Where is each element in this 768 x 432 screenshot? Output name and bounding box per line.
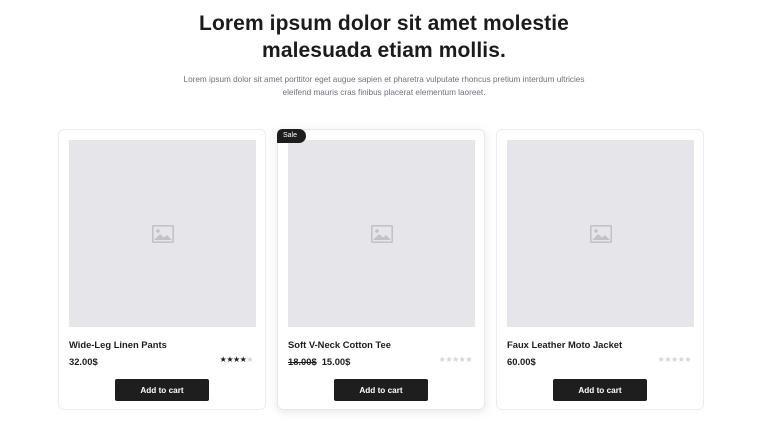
- section-title-line-2: malesuada etiam mollis.: [262, 39, 506, 62]
- star-empty-icon: ★: [465, 355, 472, 364]
- product-title[interactable]: Faux Leather Moto Jacket: [507, 339, 622, 350]
- section-description: Lorem ipsum dolor sit amet porttitor ege…: [183, 75, 585, 97]
- image-placeholder-icon: [370, 224, 393, 243]
- star-filled-icon: ★: [226, 355, 233, 364]
- star-empty-icon: ★: [246, 355, 253, 364]
- star-empty-icon: ★: [670, 355, 678, 364]
- product-rating: ★★★★★: [658, 355, 692, 365]
- add-to-cart-button[interactable]: Add to cart: [334, 379, 428, 401]
- image-placeholder-icon: [589, 224, 612, 243]
- product-card[interactable]: Wide-Leg Linen Pants 32.00$ ★★★★★ Add to…: [58, 129, 266, 410]
- product-price-row: 18.00$ 15.00$: [288, 356, 350, 367]
- add-to-cart-button[interactable]: Add to cart: [553, 379, 647, 401]
- sale-badge: Sale: [277, 129, 307, 143]
- product-title[interactable]: Soft V-Neck Cotton Tee: [288, 339, 391, 350]
- star-empty-icon: ★: [664, 355, 671, 364]
- product-price: 60.00$: [507, 356, 536, 367]
- star-filled-icon: ★: [232, 355, 240, 364]
- product-old-price: 18.00$: [288, 356, 317, 367]
- product-image[interactable]: [288, 140, 475, 327]
- product-image[interactable]: [507, 140, 694, 327]
- product-price: 32.00$: [69, 356, 98, 367]
- product-rating: ★★★★★: [220, 355, 254, 365]
- star-empty-icon: ★: [445, 355, 452, 364]
- product-card[interactable]: Faux Leather Moto Jacket 60.00$ ★★★★★ Ad…: [496, 129, 704, 410]
- product-price: 15.00$: [321, 356, 351, 367]
- product-price-row: 32.00$: [69, 356, 98, 367]
- section-title-line-1: Lorem ipsum dolor sit amet molestie: [199, 12, 569, 35]
- product-image[interactable]: [69, 140, 256, 327]
- section-title: Lorem ipsum dolor sit amet molestie male…: [0, 10, 768, 64]
- product-rating: ★★★★★: [439, 355, 473, 365]
- product-title[interactable]: Wide-Leg Linen Pants: [69, 339, 167, 350]
- product-card[interactable]: Sale Soft V-Neck Cotton Tee 18.00$ 15.00$…: [277, 129, 485, 410]
- image-placeholder-icon: [151, 224, 174, 243]
- add-to-cart-button[interactable]: Add to cart: [115, 379, 209, 401]
- star-empty-icon: ★: [684, 355, 691, 364]
- product-section: Lorem ipsum dolor sit amet molestie male…: [0, 0, 768, 432]
- product-price-row: 60.00$: [507, 356, 536, 367]
- star-empty-icon: ★: [451, 355, 459, 364]
